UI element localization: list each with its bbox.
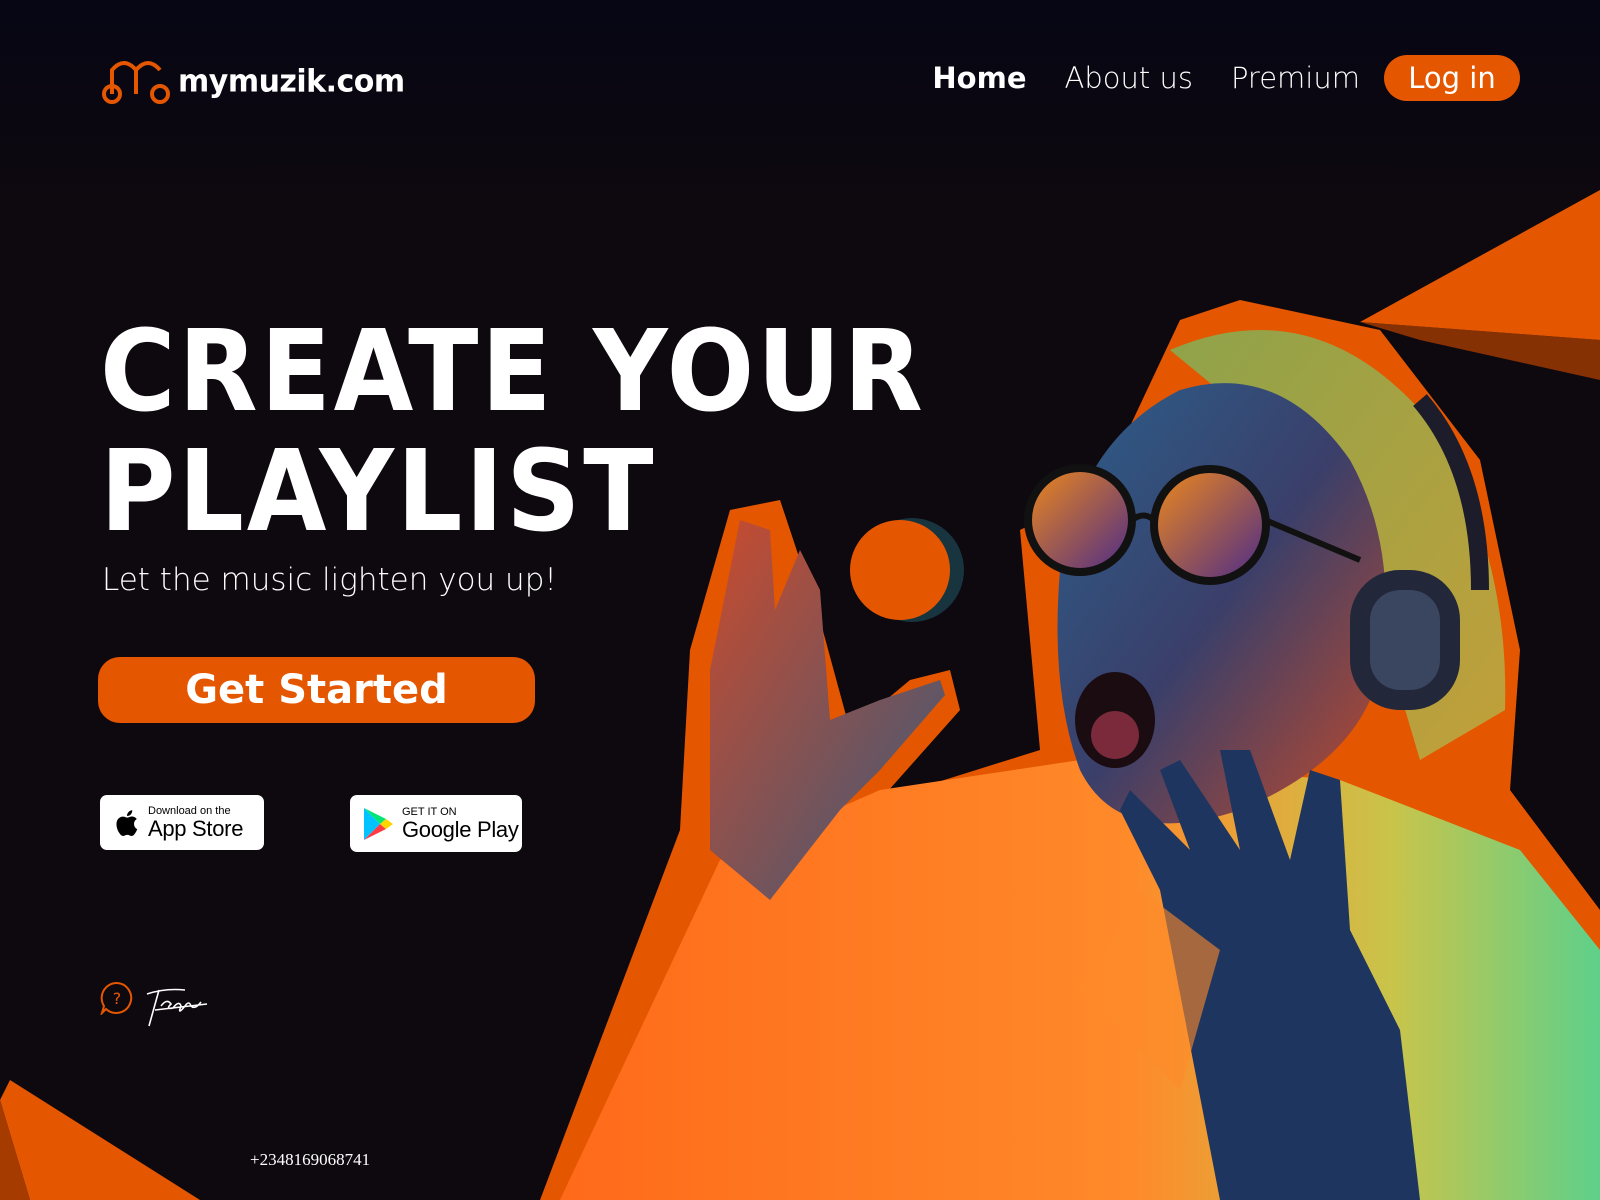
app-store-badge[interactable]: Download on the App Store xyxy=(100,795,264,850)
nav-about-us[interactable]: About us xyxy=(1065,61,1193,95)
headline-line-2: PLAYLIST xyxy=(100,427,657,557)
apple-icon xyxy=(116,809,138,836)
google-play-label: Google Play xyxy=(402,816,519,842)
hero-subtitle: Let the music lighten you up! xyxy=(102,562,557,598)
hero-headline: CREATE YOUR PLAYLIST xyxy=(100,312,926,552)
app-store-label: App Store xyxy=(148,815,244,841)
google-play-small-label: GET IT ON xyxy=(402,805,457,818)
login-button[interactable]: Log in xyxy=(1384,55,1520,101)
phone-number: +2348169068741 xyxy=(250,1150,371,1169)
main-nav: Home About us Premium Log in xyxy=(932,55,1520,101)
get-started-button[interactable]: Get Started xyxy=(98,657,535,723)
app-store-small-label: Download on the xyxy=(148,804,231,817)
google-play-badge[interactable]: GET IT ON Google Play xyxy=(350,795,522,852)
nav-premium[interactable]: Premium xyxy=(1231,61,1360,95)
brand-logo[interactable]: mymuzik.com xyxy=(102,58,405,104)
svg-text:?: ? xyxy=(113,989,122,1008)
music-note-headphones-logo-icon xyxy=(102,61,170,104)
google-play-icon xyxy=(364,807,393,840)
headline-line-1: CREATE YOUR xyxy=(100,307,926,437)
question-chat-icon[interactable]: ? xyxy=(100,981,134,1015)
decorative-triangle-bottom-left xyxy=(0,1080,200,1200)
app-store-text: Download on the App Store xyxy=(148,805,243,841)
google-play-text: GET IT ON Google Play xyxy=(402,806,519,842)
brand-name: mymuzik.com xyxy=(178,62,405,100)
designer-signature xyxy=(146,988,208,1027)
nav-home[interactable]: Home xyxy=(932,61,1026,95)
